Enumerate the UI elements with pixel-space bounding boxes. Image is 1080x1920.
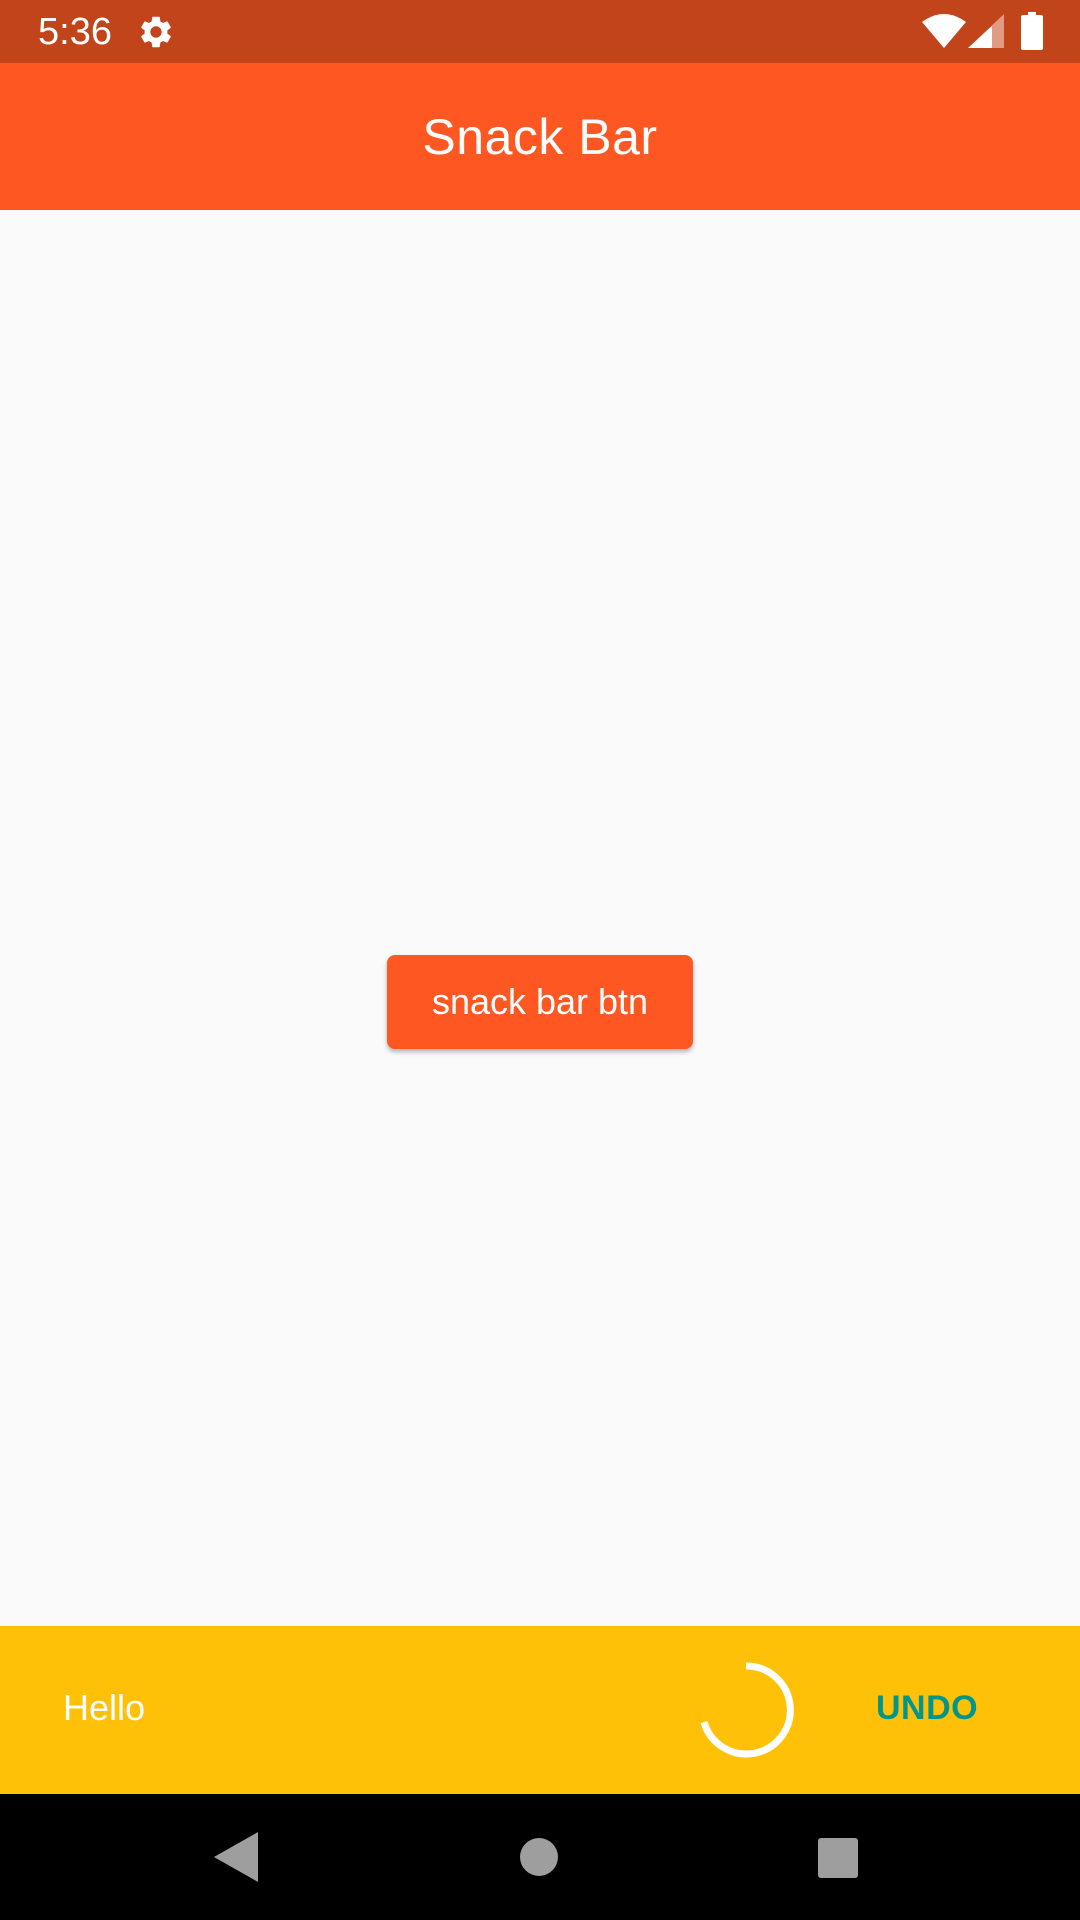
back-icon[interactable] xyxy=(214,1832,258,1882)
app-bar-title: Snack Bar xyxy=(422,108,658,165)
gear-icon xyxy=(141,16,171,48)
phone-screen: 5:36 Snack Bar snack bar btn Hello UNDO xyxy=(0,0,1080,1920)
battery-icon xyxy=(1021,12,1043,50)
undo-button[interactable]: UNDO xyxy=(876,1686,978,1730)
snackbar: Hello UNDO xyxy=(0,1626,1080,1794)
recents-icon[interactable] xyxy=(818,1838,858,1878)
loading-spinner-icon xyxy=(700,1662,794,1758)
snack-bar-button[interactable]: snack bar btn xyxy=(387,955,693,1049)
signal-icon xyxy=(968,14,1004,48)
status-bar: 5:36 xyxy=(0,0,1080,63)
home-icon[interactable] xyxy=(520,1838,558,1876)
navigation-bar xyxy=(0,1794,1080,1920)
app-bar: Snack Bar xyxy=(0,63,1080,210)
snackbar-message: Hello xyxy=(63,1687,146,1728)
wifi-icon xyxy=(922,14,966,48)
main-content: snack bar btn xyxy=(0,210,1080,1626)
status-time: 5:36 xyxy=(38,11,112,53)
